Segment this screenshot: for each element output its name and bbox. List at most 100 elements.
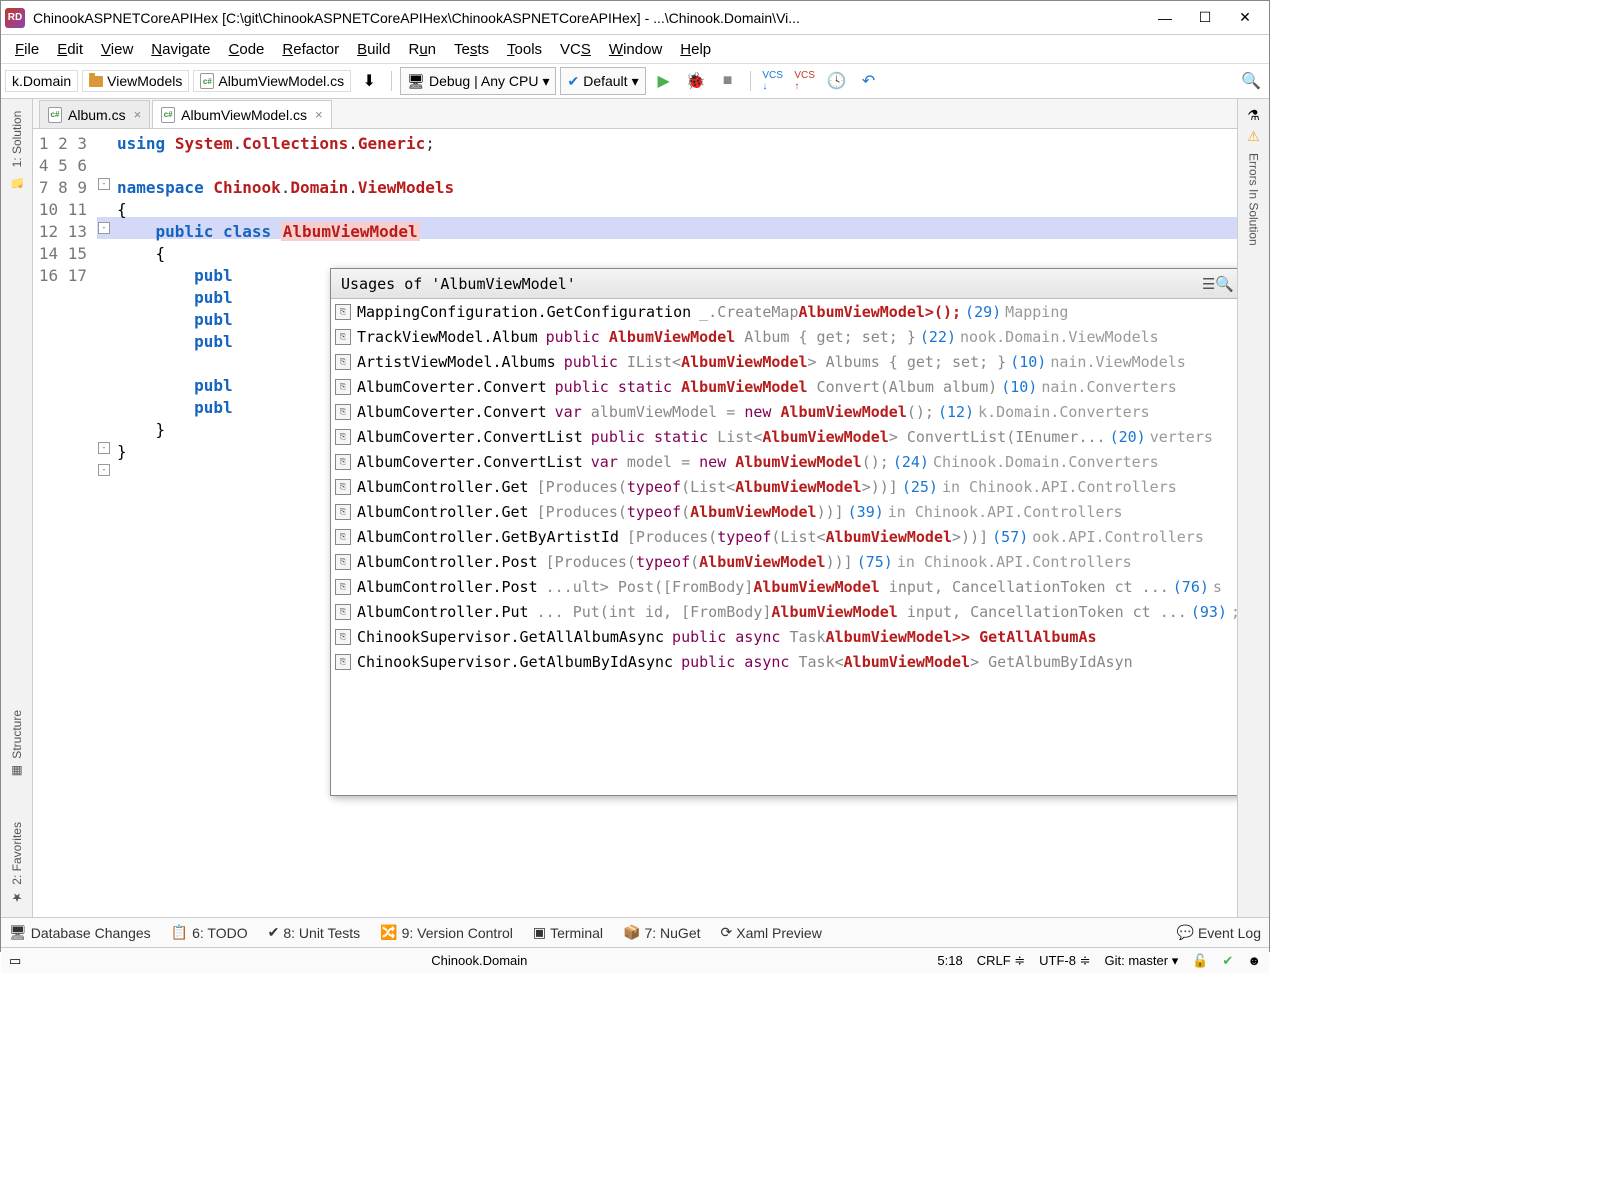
usage-row[interactable]: ⎘TrackViewModel.Albumpublic AlbumViewMod…	[331, 324, 1237, 349]
warning-indicator[interactable]: ⚠	[1247, 128, 1260, 145]
usage-row[interactable]: ⎘AlbumController.Post...ult> Post([FromB…	[331, 574, 1237, 599]
usages-settings-icon[interactable]: ☰🔍	[1202, 275, 1234, 293]
usage-line: (93)	[1191, 603, 1227, 621]
usage-row[interactable]: ⎘ArtistViewModel.Albumspublic IList<Albu…	[331, 349, 1237, 374]
folding-gutter[interactable]: - - - -	[97, 129, 113, 917]
solution-tool-tab[interactable]: 📁1: Solution	[6, 99, 28, 200]
usage-path: in Chinook.API.Controllers	[942, 478, 1177, 496]
usages-popup-title: Usages of 'AlbumViewModel'	[341, 275, 576, 293]
run-configuration-dropdown[interactable]: 🖥 Debug | Any CPU ▾	[400, 67, 556, 95]
usage-path: s	[1213, 578, 1222, 596]
usage-line: (20)	[1110, 428, 1146, 446]
run-button[interactable]: ▶	[650, 67, 678, 95]
status-hector-icon[interactable]: ☻	[1247, 953, 1261, 968]
tab-albumviewmodel[interactable]: c#AlbumViewModel.cs×	[152, 100, 331, 128]
maximize-button[interactable]: ☐	[1185, 3, 1225, 33]
undo-button[interactable]: ↶	[855, 67, 883, 95]
usage-row[interactable]: ⎘AlbumCoverter.Convertpublic static Albu…	[331, 374, 1237, 399]
search-everywhere-button[interactable]: 🔍	[1237, 67, 1265, 95]
usage-row[interactable]: ⎘AlbumCoverter.ConvertListpublic static …	[331, 424, 1237, 449]
status-git-branch[interactable]: Git: master ▾	[1105, 953, 1179, 969]
right-tool-rail: ⚗ ⚠ Errors In Solution	[1237, 99, 1269, 917]
menu-build[interactable]: Build	[349, 39, 398, 60]
usage-icon: ⎘	[335, 629, 351, 645]
breadcrumb-file[interactable]: c#AlbumViewModel.cs	[193, 70, 351, 92]
errors-tool-tab[interactable]: Errors In Solution	[1243, 145, 1265, 254]
history-button[interactable]: 🕓	[823, 67, 851, 95]
csharp-file-icon: c#	[200, 73, 214, 89]
usage-row[interactable]: ⎘ChinookSupervisor.GetAllAlbumAsyncpubli…	[331, 624, 1237, 649]
menu-window[interactable]: Window	[601, 39, 670, 60]
usage-row[interactable]: ⎘AlbumController.GetByArtistId[Produces(…	[331, 524, 1237, 549]
status-line-sep[interactable]: CRLF ≑	[977, 953, 1025, 969]
structure-tool-tab[interactable]: ▦Structure	[6, 698, 28, 791]
status-lock-icon[interactable]: 🔓	[1192, 953, 1208, 969]
usage-row[interactable]: ⎘AlbumController.Get[Produces(typeof(Lis…	[331, 474, 1237, 499]
menu-help[interactable]: Help	[672, 39, 719, 60]
csharp-file-icon: c#	[48, 107, 62, 123]
usage-row[interactable]: ⎘AlbumController.Get[Produces(typeof(Alb…	[331, 499, 1237, 524]
vcs-commit-button[interactable]: VCS↑	[791, 67, 819, 95]
close-icon[interactable]: ×	[132, 107, 142, 122]
usage-row[interactable]: ⎘AlbumCoverter.Convertvar albumViewModel…	[331, 399, 1237, 424]
line-gutter: 1 2 3 4 5 6 7 8 9 10 11 12 13 14 15 16 1…	[33, 129, 97, 917]
tw-nuget[interactable]: 📦 7: NuGet	[623, 924, 700, 941]
menu-tests[interactable]: Tests	[446, 39, 497, 60]
menu-run[interactable]: Run	[400, 39, 444, 60]
usage-path: nook.Domain.ViewModels	[960, 328, 1159, 346]
tw-event-log[interactable]: 💬 Event Log	[1177, 924, 1262, 941]
close-icon[interactable]: ×	[313, 107, 323, 122]
csharp-file-icon: c#	[161, 107, 175, 123]
tw-xaml-preview[interactable]: ⟳ Xaml Preview	[721, 924, 822, 941]
status-window-icon[interactable]: ▭	[9, 953, 21, 969]
flask-icon[interactable]: ⚗	[1243, 103, 1264, 128]
tw-version-control[interactable]: 🔀 9: Version Control	[380, 924, 513, 941]
navigation-toolbar: k.Domain ViewModels c#AlbumViewModel.cs …	[1, 63, 1269, 99]
usage-path: in Chinook.API.Controllers	[897, 553, 1132, 571]
menu-code[interactable]: Code	[221, 39, 273, 60]
target-dropdown[interactable]: ✔ Default ▾	[560, 67, 645, 95]
usage-path: Chinook.Domain.Converters	[933, 453, 1159, 471]
usage-name: TrackViewModel.Album	[357, 328, 538, 346]
usage-row[interactable]: ⎘AlbumController.Put... Put(int id, [Fro…	[331, 599, 1237, 624]
close-button[interactable]: ✕	[1225, 3, 1265, 33]
usage-name: AlbumCoverter.Convert	[357, 378, 547, 396]
tab-album[interactable]: c#Album.cs×	[39, 100, 150, 128]
usage-path: nain.ViewModels	[1050, 353, 1185, 371]
menu-refactor[interactable]: Refactor	[274, 39, 347, 60]
tw-database-changes[interactable]: 🖥 Database Changes	[9, 924, 151, 941]
usage-row[interactable]: ⎘AlbumController.Post[Produces(typeof(Al…	[331, 549, 1237, 574]
usage-name: AlbumController.Get	[357, 478, 529, 496]
usage-icon: ⎘	[335, 429, 351, 445]
menu-view[interactable]: View	[93, 39, 141, 60]
favorites-tool-tab[interactable]: ★2: Favorites	[6, 810, 28, 917]
usage-row[interactable]: ⎘ChinookSupervisor.GetAlbumByIdAsyncpubl…	[331, 649, 1237, 674]
code-editor[interactable]: 1 2 3 4 5 6 7 8 9 10 11 12 13 14 15 16 1…	[33, 129, 1237, 917]
usage-name: ChinookSupervisor.GetAlbumByIdAsync	[357, 653, 673, 671]
build-solution-button[interactable]: ⬇	[355, 67, 383, 95]
usages-list[interactable]: ⎘MappingConfiguration.GetConfiguration_.…	[331, 299, 1237, 795]
menu-file[interactable]: File	[7, 39, 47, 60]
usage-row[interactable]: ⎘AlbumCoverter.ConvertListvar model = ne…	[331, 449, 1237, 474]
usage-name: AlbumController.Post	[357, 578, 538, 596]
status-inspections-icon[interactable]: ✔	[1222, 953, 1233, 969]
minimize-button[interactable]: —	[1145, 3, 1185, 33]
tw-unit-tests[interactable]: ✔ 8: Unit Tests	[268, 924, 361, 941]
tw-terminal[interactable]: ▣ Terminal	[533, 924, 603, 941]
status-caret-pos[interactable]: 5:18	[937, 953, 962, 968]
status-encoding[interactable]: UTF-8 ≑	[1039, 953, 1090, 969]
menu-tools[interactable]: Tools	[499, 39, 550, 60]
breadcrumb-folder[interactable]: ViewModels	[82, 70, 189, 92]
stop-button[interactable]: ■	[714, 67, 742, 95]
usage-line: (24)	[893, 453, 929, 471]
menu-edit[interactable]: Edit	[49, 39, 91, 60]
menu-vcs[interactable]: VCS	[552, 39, 599, 60]
usage-row[interactable]: ⎘MappingConfiguration.GetConfiguration_.…	[331, 299, 1237, 324]
breadcrumb-module[interactable]: k.Domain	[5, 70, 78, 92]
menu-navigate[interactable]: Navigate	[143, 39, 218, 60]
status-module: Chinook.Domain	[431, 953, 527, 968]
usage-icon: ⎘	[335, 529, 351, 545]
tw-todo[interactable]: 📋 6: TODO	[171, 924, 248, 941]
debug-button[interactable]: 🐞	[682, 67, 710, 95]
vcs-update-button[interactable]: VCS↓	[759, 67, 787, 95]
